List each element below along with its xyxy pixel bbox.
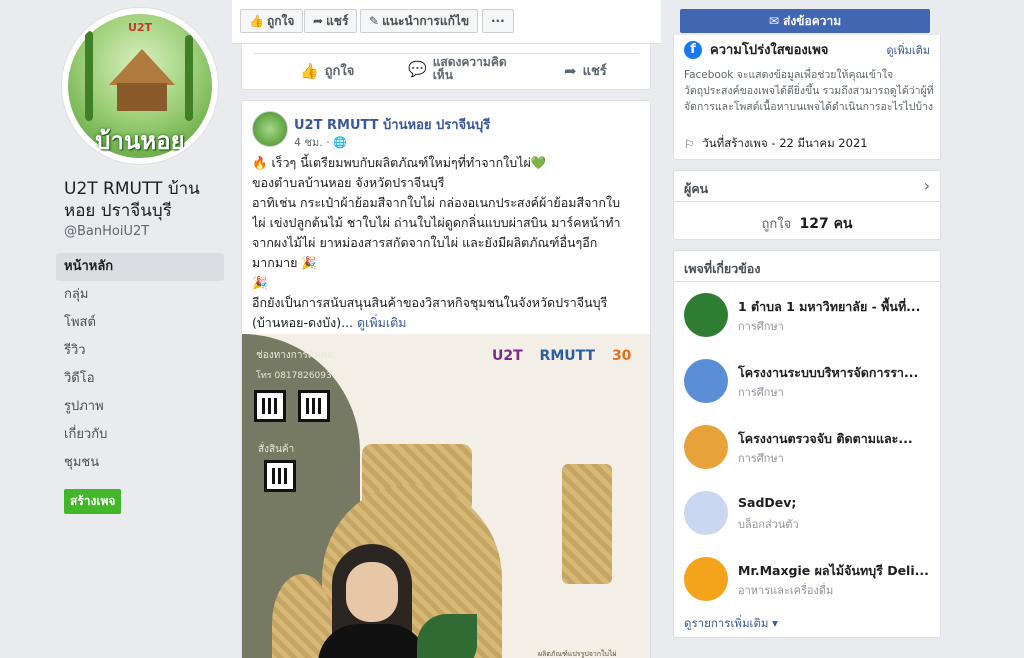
left-column: U2T บ้านหอย U2T RMUTT บ้านหอย ปราจีนบุรี… (56, 8, 224, 514)
flag-icon: ⚐ (684, 137, 695, 151)
related-page-name[interactable]: Mr.Maxgie ผลไม้จันทบุรี Deli... (738, 561, 934, 581)
post-line: 🎉 (252, 275, 268, 290)
share-page-button[interactable]: ➦ แชร์ (304, 9, 358, 33)
thumbs-up-icon: 👍 (249, 14, 264, 28)
previous-post-footer: 👍 ถูกใจ 💬 แสดงความคิดเห็น ➦ แชร์ (241, 44, 651, 90)
related-page-item[interactable]: 1 ตำบล 1 มหาวิทยาลัย - พื้นที่... การศึก… (684, 293, 934, 341)
image-logos: U2T RMUTT 30 (492, 348, 632, 364)
related-page-category: อาหารและเครื่องดื่ม (738, 584, 834, 597)
post-line: (บ้านหอย-ดงบัง)... (252, 315, 354, 330)
post-author-avatar[interactable] (252, 111, 288, 147)
post-author-name[interactable]: U2T RMUTT บ้านหอย ปราจีนบุรี (294, 114, 490, 135)
related-page-item[interactable]: Mr.Maxgie ผลไม้จันทบุรี Deli... อาหารและ… (684, 557, 934, 605)
nav-item-reviews[interactable]: รีวิว (56, 337, 224, 365)
see-more-related-link[interactable]: ดูรายการเพิ่มเติม ▾ (684, 615, 778, 633)
post-line: ไผ่ เข่งปลูกต้นไม้ ชาใบไผ่ ถ่านใบไผ่ดูดก… (252, 215, 621, 230)
page-handle[interactable]: @BanHoiU2T (56, 224, 224, 239)
bamboo-basket (562, 464, 612, 584)
image-caption: ผลิตภัณฑ์แปรรูปจากใบไผ่ ภูมิปัญญาท้องถิ่… (538, 650, 617, 658)
page-nav: หน้าหลัก กลุ่ม โพสต์ รีวิว วิดีโอ รูปภาพ… (56, 253, 224, 477)
related-page-item[interactable]: โครงงานตรวจจับ ติดตามและ... การศึกษา (684, 425, 934, 473)
related-page-name[interactable]: 1 ตำบล 1 มหาวิทยาลัย - พื้นที่... (738, 297, 934, 317)
qr-code-icon (298, 390, 330, 422)
transparency-description: Facebook จะแสดงข้อมูลเพื่อช่วยให้คุณเข้า… (684, 69, 934, 113)
logo-brand: U2T (127, 21, 153, 34)
related-page-item[interactable]: โครงงานระบบบริหารจัดการรา... การศึกษา (684, 359, 934, 407)
related-pages-title: เพจที่เกี่ยวข้อง (684, 261, 761, 276)
like-page-button[interactable]: 👍 ถูกใจ (240, 9, 304, 33)
post-timestamp[interactable]: 4 ชม. · 🌐 (294, 133, 347, 151)
related-page-avatar (684, 359, 728, 403)
post-share-button[interactable]: ➦ แชร์ (564, 60, 607, 81)
post-line: 🔥 เร็วๆ นี้เตรียมพบกับผลิตภัณฑ์ใหม่ๆที่ท… (252, 155, 547, 170)
related-page-category: การศึกษา (738, 452, 784, 465)
related-page-name[interactable]: โครงงานตรวจจับ ติดตามและ... (738, 429, 934, 449)
post-image[interactable]: ช่องทางการติดต่อ โทร 0817826093 สั่งสินค… (242, 334, 650, 658)
image-order-label: สั่งสินค้า (258, 444, 295, 455)
likes-count: ถูกใจ 127 คน (761, 216, 853, 232)
messenger-icon: ✉ (768, 14, 779, 28)
people-title[interactable]: ผู้คน (684, 179, 708, 199)
post-line: มากมาย 🎉 (252, 255, 317, 270)
nav-item-community[interactable]: ชุมชน (56, 449, 224, 477)
related-page-category: การศึกษา (738, 320, 784, 333)
page-transparency-card: f ความโปร่งใสของเพจ ดูเพิ่มเติม Facebook … (673, 35, 941, 160)
post-line: จากผงไม้ไผ่ ยาหม่องสารสกัดจากใบไผ่ และยั… (252, 235, 598, 250)
page-profile-picture[interactable]: U2T บ้านหอย (62, 8, 218, 164)
logo-text: บ้านหอย (95, 126, 185, 155)
nav-item-home[interactable]: หน้าหลัก (56, 253, 224, 281)
more-options-button[interactable]: ··· (482, 9, 514, 33)
suggest-edits-button[interactable]: ✎ แนะนำการแก้ไข (360, 9, 479, 33)
related-page-category: บล็อกส่วนตัว (738, 518, 799, 531)
post-card: U2T RMUTT บ้านหอย ปราจีนบุรี 4 ชม. · 🌐 🔥… (241, 100, 651, 658)
nav-item-photos[interactable]: รูปภาพ (56, 393, 224, 421)
related-page-item[interactable]: SadDev; บล็อกส่วนตัว (684, 491, 934, 539)
people-card: ผู้คน › ถูกใจ 127 คน (673, 170, 941, 240)
person-face (346, 562, 398, 622)
page-name[interactable]: U2T RMUTT บ้านหอย ปราจีนบุรี (56, 178, 224, 222)
related-page-avatar (684, 293, 728, 337)
post-line: อาทิเช่น กระเป๋าผ้าย้อมสีจากใบไผ่ กล่องอ… (252, 195, 621, 210)
post-line: ของตำบลบ้านหอย จังหวัดปราจีนบุรี (252, 175, 445, 190)
share-arrow-icon: ➦ (564, 61, 577, 80)
create-page-button[interactable]: สร้างเพจ (64, 489, 122, 514)
image-phone: โทร 0817826093 (256, 371, 332, 381)
qr-code-icon (264, 460, 296, 492)
related-pages-card: เพจที่เกี่ยวข้อง 1 ตำบล 1 มหาวิทยาลัย - … (673, 250, 941, 638)
related-page-name[interactable]: โครงงานระบบบริหารจัดการรา... (738, 363, 934, 383)
related-page-category: การศึกษา (738, 386, 784, 399)
thumbs-up-icon: 👍 (300, 61, 319, 80)
hut-body (117, 83, 167, 111)
post-comment-button[interactable]: 💬 แสดงความคิดเห็น (408, 56, 525, 82)
send-message-button[interactable]: ✉ ส่งข้อความ (680, 9, 930, 33)
page-action-bar: 👍 ถูกใจ ➦ แชร์ ✎ แนะนำการแก้ไข ··· (232, 0, 661, 44)
chevron-right-icon[interactable]: › (924, 176, 930, 195)
see-more-link[interactable]: ดูเพิ่มเติม (357, 315, 407, 330)
post-body: 🔥 เร็วๆ นี้เตรียมพบกับผลิตภัณฑ์ใหม่ๆที่ท… (252, 153, 646, 333)
comment-icon: 💬 (408, 60, 427, 78)
nav-item-posts[interactable]: โพสต์ (56, 309, 224, 337)
facebook-icon: f (684, 40, 702, 59)
related-page-avatar (684, 557, 728, 601)
related-page-avatar (684, 425, 728, 469)
nav-item-groups[interactable]: กลุ่ม (56, 281, 224, 309)
related-page-name[interactable]: SadDev; (738, 495, 934, 510)
page-created-date: วันที่สร้างเพจ - 22 มีนาคม 2021 (702, 136, 868, 150)
post-like-button[interactable]: 👍 ถูกใจ (300, 60, 354, 81)
related-page-avatar (684, 491, 728, 535)
see-all-link[interactable]: ดูเพิ่มเติม (886, 41, 930, 59)
nav-item-about[interactable]: เกี่ยวกับ (56, 421, 224, 449)
qr-code-icon (254, 390, 286, 422)
pencil-icon: ✎ (369, 14, 380, 28)
image-contact-label: ช่องทางการติดต่อ (256, 350, 334, 361)
share-arrow-icon: ➦ (313, 14, 324, 28)
transparency-title: ความโปร่งใสของเพจ (710, 43, 829, 58)
post-line: อีกยังเป็นการสนับสนุนสินค้าของวิสาหกิจชุ… (252, 295, 608, 310)
nav-item-videos[interactable]: วิดีโอ (56, 365, 224, 393)
